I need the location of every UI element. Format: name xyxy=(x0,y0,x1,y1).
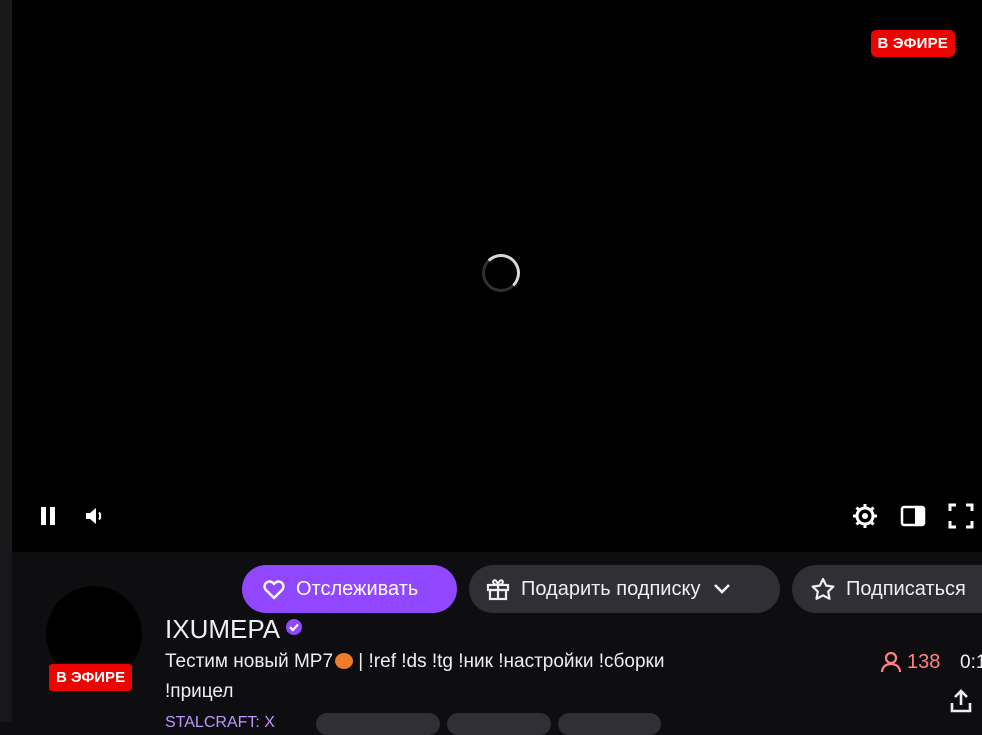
category-link[interactable]: STALCRAFT: X xyxy=(165,714,275,732)
stream-title-part2: | !ref !ds !tg !ник !настройки !сборки xyxy=(353,651,665,672)
gift-subscription-button[interactable]: Подарить подписку xyxy=(469,565,780,613)
stream-title-part1: Тестим новый MP7 xyxy=(165,651,334,672)
stream-title-line2: !прицел xyxy=(165,681,234,702)
stream-tag[interactable] xyxy=(447,713,551,735)
settings-button[interactable] xyxy=(851,502,879,530)
video-player[interactable]: В ЭФИРЕ xyxy=(12,0,982,552)
chevron-down-icon xyxy=(712,582,732,596)
stream-tag[interactable] xyxy=(558,713,661,735)
fullscreen-button[interactable] xyxy=(947,502,975,530)
gift-icon xyxy=(485,577,511,601)
fullscreen-icon xyxy=(948,503,974,529)
pause-button[interactable] xyxy=(34,502,62,530)
gear-icon xyxy=(853,504,877,528)
subscribe-label: Подписаться xyxy=(846,577,966,600)
fire-emoji-icon xyxy=(335,653,354,669)
theatre-mode-button[interactable] xyxy=(899,502,927,530)
follow-label: Отслеживать xyxy=(296,577,419,600)
loading-spinner-icon xyxy=(482,254,520,292)
live-badge: В ЭФИРЕ xyxy=(870,30,955,57)
channel-name[interactable]: IXUMEPA xyxy=(165,614,280,645)
left-sidebar-edge xyxy=(0,0,12,722)
theatre-mode-icon xyxy=(900,505,926,527)
follow-button[interactable]: Отслеживать xyxy=(242,565,457,613)
stream-title: Тестим новый MP7 | !ref !ds !tg !ник !на… xyxy=(165,651,664,673)
gift-label: Подарить подписку xyxy=(521,577,701,600)
volume-button[interactable] xyxy=(80,502,108,530)
avatar-live-badge: В ЭФИРЕ xyxy=(47,662,135,693)
volume-icon xyxy=(86,508,102,524)
share-icon[interactable] xyxy=(948,688,974,714)
verified-badge-icon xyxy=(286,619,302,635)
viewer-count-value: 138 xyxy=(907,650,941,673)
stream-uptime: 0:1 xyxy=(960,652,982,673)
pause-icon xyxy=(41,507,55,525)
heart-icon xyxy=(262,578,286,600)
subscribe-button[interactable]: Подписаться xyxy=(792,565,982,613)
viewer-count: 138 xyxy=(879,650,940,674)
stream-tag[interactable] xyxy=(316,713,440,735)
star-icon xyxy=(810,577,836,601)
person-icon xyxy=(880,651,902,673)
